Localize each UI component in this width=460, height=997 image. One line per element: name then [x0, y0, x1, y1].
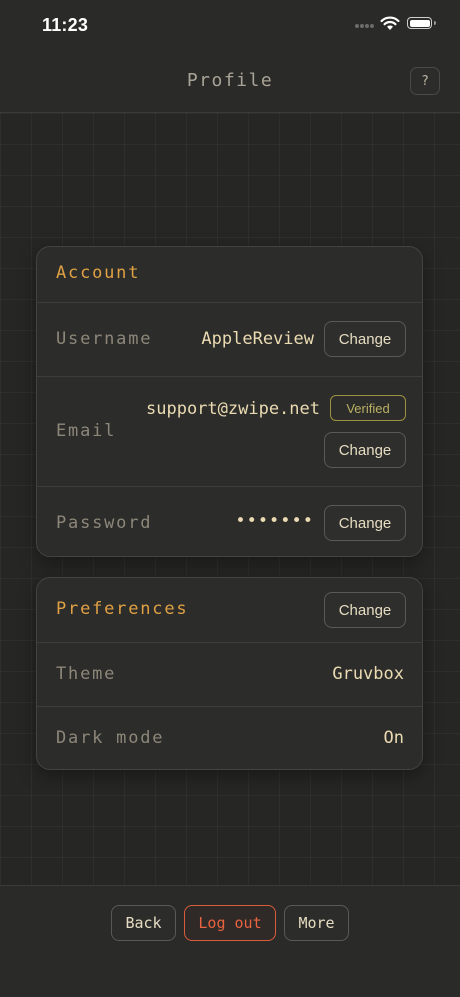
password-value: ••••••• [235, 511, 314, 531]
account-header-row: Account [37, 247, 422, 302]
change-email-button[interactable]: Change [324, 432, 406, 468]
dark-mode-row: Dark mode On [37, 706, 422, 769]
dark-mode-value: On [383, 728, 404, 748]
email-row: Email support@zwipe.net Verified Change [37, 376, 422, 486]
username-label: Username [56, 329, 153, 349]
header: Profile ? [0, 52, 460, 113]
cellular-signal-icon [355, 24, 375, 30]
password-row: Password ••••••• Change [37, 486, 422, 556]
verified-badge: Verified [330, 395, 406, 421]
status-time: 11:23 [42, 15, 89, 35]
page-title: Profile [186, 70, 274, 91]
back-button[interactable]: Back [111, 905, 176, 941]
change-password-button[interactable]: Change [324, 505, 406, 541]
username-row: Username AppleReview Change [37, 302, 422, 376]
log-out-button[interactable]: Log out [184, 905, 276, 941]
change-username-button[interactable]: Change [324, 321, 406, 357]
dark-mode-label: Dark mode [56, 728, 165, 748]
status-bar: 11:23 [0, 0, 460, 52]
account-card: Account Username AppleReview Change Emai… [36, 246, 423, 557]
footer-bar: Back Log out More [0, 885, 460, 997]
help-button[interactable]: ? [410, 67, 440, 95]
theme-label: Theme [56, 664, 117, 684]
preferences-title: Preferences [56, 599, 189, 619]
theme-value: Gruvbox [332, 664, 404, 684]
email-value: support@zwipe.net [146, 399, 320, 419]
username-value: AppleReview [201, 329, 314, 349]
account-title: Account [56, 263, 141, 283]
wifi-icon [380, 16, 400, 30]
theme-row: Theme Gruvbox [37, 642, 422, 706]
more-button[interactable]: More [284, 905, 349, 941]
battery-icon [407, 17, 436, 29]
password-label: Password [56, 513, 153, 533]
preferences-header-row: Preferences Change [37, 578, 422, 642]
change-preferences-button[interactable]: Change [324, 592, 406, 628]
preferences-card: Preferences Change Theme Gruvbox Dark mo… [36, 577, 423, 770]
email-label: Email [56, 421, 117, 441]
